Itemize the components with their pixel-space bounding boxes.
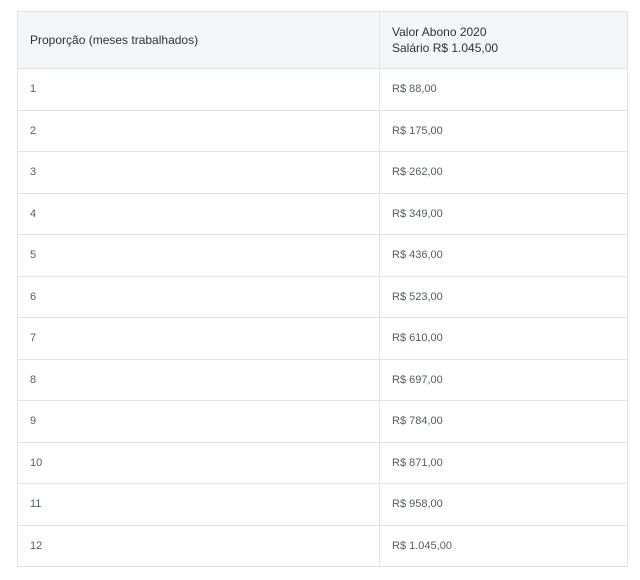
header-months-label: Proporção (meses trabalhados)	[30, 33, 199, 47]
months-cell: 5	[17, 234, 380, 277]
value-cell: R$ 175,00	[379, 109, 628, 152]
months-cell: 4	[17, 192, 380, 235]
table-row: 8 R$ 697,00	[17, 358, 628, 401]
months-cell: 6	[17, 275, 380, 318]
value-cell: R$ 871,00	[379, 441, 628, 484]
header-value-salary: Salário R$ 1.045,00	[392, 41, 499, 55]
months-cell: 1	[17, 68, 380, 111]
value-cell: R$ 523,00	[379, 275, 628, 318]
months-cell: 12	[17, 524, 380, 567]
value-cell: R$ 610,00	[379, 317, 628, 360]
table-body: 1 R$ 88,00 2 R$ 175,00 3 R$ 262,00 4 R$ …	[17, 68, 628, 567]
table-row: 11 R$ 958,00	[17, 483, 628, 526]
header-months: Proporção (meses trabalhados)	[17, 11, 380, 69]
value-cell: R$ 349,00	[379, 192, 628, 235]
abono-table-container: Proporção (meses trabalhados) Valor Abon…	[17, 11, 628, 567]
value-cell: R$ 262,00	[379, 151, 628, 194]
months-cell: 10	[17, 441, 380, 484]
months-cell: 3	[17, 151, 380, 194]
value-cell: R$ 88,00	[379, 68, 628, 111]
value-cell: R$ 958,00	[379, 483, 628, 526]
months-cell: 7	[17, 317, 380, 360]
header-value: Valor Abono 2020 Salário R$ 1.045,00	[379, 11, 628, 69]
value-cell: R$ 784,00	[379, 400, 628, 443]
value-cell: R$ 436,00	[379, 234, 628, 277]
table-row: 10 R$ 871,00	[17, 441, 628, 484]
table-header: Proporção (meses trabalhados) Valor Abon…	[17, 11, 628, 69]
table-row: 3 R$ 262,00	[17, 151, 628, 194]
months-cell: 2	[17, 109, 380, 152]
table-row: 2 R$ 175,00	[17, 109, 628, 152]
table-row: 1 R$ 88,00	[17, 68, 628, 111]
table-row: 9 R$ 784,00	[17, 400, 628, 443]
header-row: Proporção (meses trabalhados) Valor Abon…	[17, 11, 628, 69]
header-value-title: Valor Abono 2020	[392, 25, 487, 39]
table-row: 5 R$ 436,00	[17, 234, 628, 277]
months-cell: 9	[17, 400, 380, 443]
table-row: 12 R$ 1.045,00	[17, 524, 628, 567]
table-row: 4 R$ 349,00	[17, 192, 628, 235]
value-cell: R$ 1.045,00	[379, 524, 628, 567]
value-cell: R$ 697,00	[379, 358, 628, 401]
table-row: 7 R$ 610,00	[17, 317, 628, 360]
abono-table: Proporção (meses trabalhados) Valor Abon…	[17, 11, 628, 567]
table-row: 6 R$ 523,00	[17, 275, 628, 318]
months-cell: 11	[17, 483, 380, 526]
months-cell: 8	[17, 358, 380, 401]
